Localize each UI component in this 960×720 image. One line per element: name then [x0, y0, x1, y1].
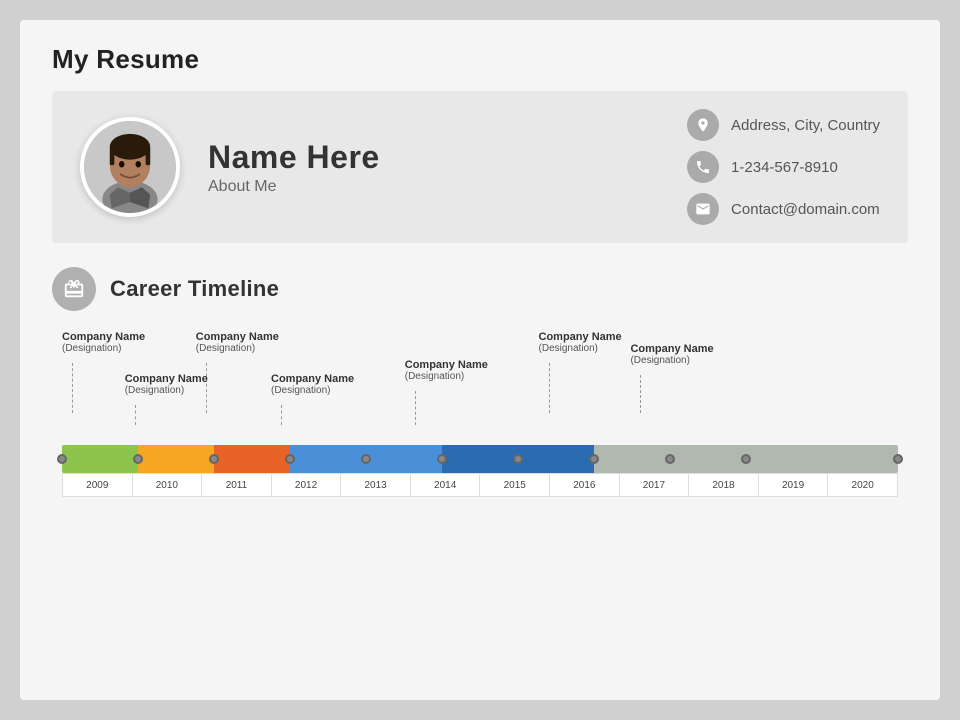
- dot-2015: [513, 454, 523, 464]
- year-2017: 2017: [620, 474, 690, 496]
- avatar: [80, 117, 180, 217]
- dot-2017: [589, 454, 599, 464]
- year-2020: 2020: [828, 474, 897, 496]
- year-2010: 2010: [133, 474, 203, 496]
- year-2013: 2013: [341, 474, 411, 496]
- name-section: Name Here About Me: [208, 139, 619, 196]
- header-section: Name Here About Me Address, City, Countr…: [52, 91, 908, 243]
- year-2012: 2012: [272, 474, 342, 496]
- label-2: Company Name (Designation): [196, 331, 279, 354]
- dot-2010: [133, 454, 143, 464]
- bar-2010: [138, 445, 214, 473]
- page-title: My Resume: [52, 44, 908, 75]
- label-0: Company Name (Designation): [62, 331, 145, 354]
- year-axis: 2009 2010 2011 2012 2013 2014 2015 2016 …: [62, 473, 898, 497]
- career-section: Career Timeline Company Name (Designatio…: [52, 267, 908, 676]
- timeline-bar: [62, 445, 898, 473]
- label-1: Company Name (Designation): [125, 373, 208, 396]
- dot-2013: [361, 454, 371, 464]
- dot-2011: [209, 454, 219, 464]
- about-me-label: About Me: [208, 178, 619, 196]
- dot-2018: [665, 454, 675, 464]
- person-name: Name Here: [208, 139, 619, 176]
- address-icon: [687, 109, 719, 141]
- career-header: Career Timeline: [52, 267, 908, 311]
- email-icon: [687, 193, 719, 225]
- year-2014: 2014: [411, 474, 481, 496]
- year-2011: 2011: [202, 474, 272, 496]
- year-2015: 2015: [480, 474, 550, 496]
- dot-2019: [741, 454, 751, 464]
- dot-2020: [893, 454, 903, 464]
- dot-2014: [437, 454, 447, 464]
- bar-2009: [62, 445, 138, 473]
- phone-item: 1-234-567-8910: [687, 151, 880, 183]
- email-label: Contact@domain.com: [731, 201, 880, 218]
- contact-section: Address, City, Country 1-234-567-8910 Co…: [687, 109, 880, 225]
- phone-icon: [687, 151, 719, 183]
- timeline-wrapper: Company Name (Designation) Company Name …: [52, 331, 908, 497]
- phone-label: 1-234-567-8910: [731, 159, 838, 176]
- year-2009: 2009: [63, 474, 133, 496]
- slide: My Resume: [20, 20, 940, 700]
- label-3: Company Name (Designation): [271, 373, 354, 396]
- career-icon: [52, 267, 96, 311]
- year-2019: 2019: [759, 474, 829, 496]
- label-4: Company Name (Designation): [405, 359, 488, 382]
- year-2018: 2018: [689, 474, 759, 496]
- dot-2012: [285, 454, 295, 464]
- year-2016: 2016: [550, 474, 620, 496]
- bar-container: [62, 445, 898, 473]
- career-title: Career Timeline: [110, 276, 279, 302]
- address-label: Address, City, Country: [731, 117, 880, 134]
- label-5: Company Name (Designation): [539, 331, 622, 354]
- bar-2011: [214, 445, 290, 473]
- timeline-labels: Company Name (Designation) Company Name …: [62, 331, 898, 441]
- address-item: Address, City, Country: [687, 109, 880, 141]
- label-6: Company Name (Designation): [630, 343, 713, 366]
- dot-2009: [57, 454, 67, 464]
- email-item: Contact@domain.com: [687, 193, 880, 225]
